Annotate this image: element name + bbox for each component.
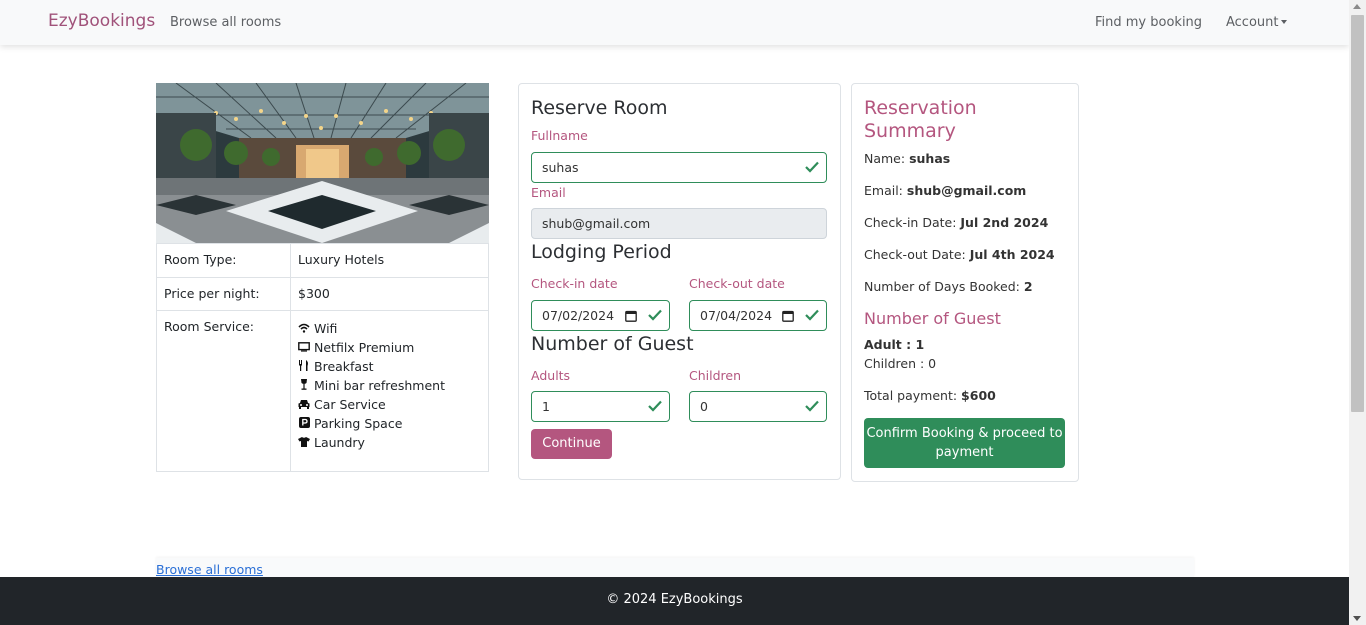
list-item: Parking Space (298, 414, 481, 433)
room-photo (156, 83, 489, 243)
summary-days: Number of Days Booked: 2 (864, 279, 1033, 294)
bottom-browse-rooms-link[interactable]: Browse all rooms (156, 562, 263, 577)
valid-check-icon (648, 400, 662, 412)
room-service-label: Room Service: (156, 310, 291, 472)
hotel-lobby-photo (156, 83, 489, 243)
lodging-period-title: Lodging Period (531, 241, 672, 263)
scroll-up-arrow-icon[interactable] (1353, 4, 1361, 9)
summary-title: Reservation Summary (864, 97, 977, 142)
reserve-room-title: Reserve Room (531, 97, 668, 119)
parking-icon (298, 415, 310, 434)
list-item: Breakfast (298, 357, 481, 376)
reservation-summary-card: Reservation Summary Name: suhas Email: s… (851, 83, 1079, 482)
nav-find-booking[interactable]: Find my booking (1095, 15, 1202, 30)
fullname-input[interactable]: suhas (531, 152, 827, 183)
footer: © 2024 EzyBookings (0, 577, 1349, 625)
scroll-down-arrow-icon[interactable] (1353, 616, 1361, 621)
bottom-strip (156, 558, 1194, 577)
car-icon (298, 396, 310, 415)
calendar-icon[interactable] (782, 310, 794, 322)
price-label: Price per night: (156, 277, 291, 311)
tv-icon (298, 339, 310, 358)
checkin-date-input[interactable]: 07/02/2024 (531, 300, 670, 331)
email-field: shub@gmail.com (531, 208, 827, 239)
account-label: Account (1226, 15, 1279, 30)
list-item: Wifi (298, 319, 481, 338)
summary-children: Children : 0 (864, 356, 937, 371)
table-row: Room Type: Luxury Hotels (156, 243, 489, 278)
wifi-icon (298, 320, 310, 339)
scrollbar-thumb[interactable] (1351, 15, 1364, 412)
room-details-table: Room Type: Luxury Hotels Price per night… (156, 243, 489, 472)
top-navbar: EzyBookings Browse all rooms Find my boo… (0, 0, 1349, 45)
adults-input[interactable]: 1 (531, 391, 670, 422)
list-item: Laundry (298, 433, 481, 452)
room-service-list-cell: Wifi Netfilx Premium Breakfast Mini bar … (290, 310, 489, 472)
calendar-icon[interactable] (625, 310, 637, 322)
continue-button[interactable]: Continue (531, 429, 612, 459)
room-type-label: Room Type: (156, 243, 291, 278)
room-type-value: Luxury Hotels (290, 243, 489, 278)
list-item: Mini bar refreshment (298, 376, 481, 395)
valid-check-icon (805, 400, 819, 412)
valid-check-icon (805, 161, 819, 173)
summary-name: Name: suhas (864, 151, 951, 166)
list-item: Car Service (298, 395, 481, 414)
reserve-room-card: Reserve Room Fullname suhas Email shub@g… (518, 83, 841, 480)
caret-down-icon (1280, 19, 1287, 24)
summary-total: Total payment: $600 (864, 388, 996, 403)
footer-copyright: © 2024 EzyBookings (606, 592, 743, 607)
nav-account-dropdown[interactable]: Account (1226, 15, 1287, 30)
summary-adult: Adult : 1 (864, 337, 925, 352)
valid-check-icon (805, 309, 819, 321)
summary-guest-title: Number of Guest (864, 309, 1001, 328)
checkout-label: Check-out date (689, 276, 785, 291)
brand-logo[interactable]: EzyBookings (48, 11, 155, 31)
summary-checkin: Check-in Date: Jul 2nd 2024 (864, 215, 1049, 230)
children-input[interactable]: 0 (689, 391, 827, 422)
cutlery-icon (298, 358, 310, 377)
checkin-label: Check-in date (531, 276, 618, 291)
fullname-label: Fullname (531, 128, 588, 143)
wine-glass-icon (298, 377, 310, 396)
list-item: Netfilx Premium (298, 338, 481, 357)
children-label: Children (689, 368, 742, 383)
adults-label: Adults (531, 368, 571, 383)
summary-checkout: Check-out Date: Jul 4th 2024 (864, 247, 1055, 262)
page-scrollbar[interactable] (1349, 0, 1366, 625)
valid-check-icon (648, 309, 662, 321)
nav-browse-rooms[interactable]: Browse all rooms (170, 15, 281, 30)
room-service-list: Wifi Netfilx Premium Breakfast Mini bar … (298, 319, 481, 452)
confirm-booking-button[interactable]: Confirm Booking & proceed to payment (864, 418, 1065, 468)
email-label: Email (531, 185, 566, 200)
tshirt-icon (298, 434, 310, 453)
table-row: Price per night: $300 (156, 277, 489, 311)
checkout-date-input[interactable]: 07/04/2024 (689, 300, 827, 331)
price-value: $300 (290, 277, 489, 311)
table-row: Room Service: Wifi Netfilx Premium Break… (156, 310, 489, 472)
number-of-guest-title: Number of Guest (531, 333, 694, 355)
page: EzyBookings Browse all rooms Find my boo… (0, 0, 1349, 625)
summary-email: Email: shub@gmail.com (864, 183, 1027, 198)
